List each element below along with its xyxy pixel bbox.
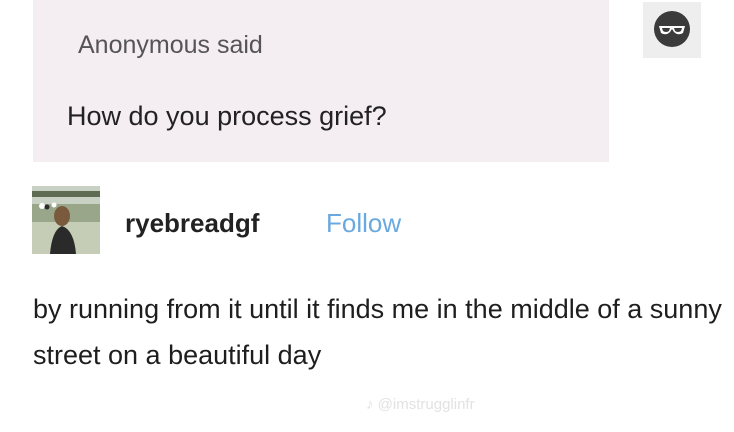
anonymous-sunglasses-icon	[643, 2, 701, 58]
user-avatar[interactable]	[32, 186, 100, 254]
watermark: ♪ @imstrugglinfr	[366, 396, 475, 413]
anonymous-avatar[interactable]	[643, 2, 701, 58]
ask-box	[33, 0, 609, 162]
question-text: How do you process grief?	[67, 101, 387, 131]
follow-button[interactable]: Follow	[326, 207, 401, 239]
asker-name: Anonymous said	[78, 31, 263, 59]
username[interactable]: ryebreadgf	[125, 207, 259, 239]
answer-text: by running from it until it finds me in …	[33, 294, 722, 370]
user-photo-avatar	[32, 186, 100, 254]
